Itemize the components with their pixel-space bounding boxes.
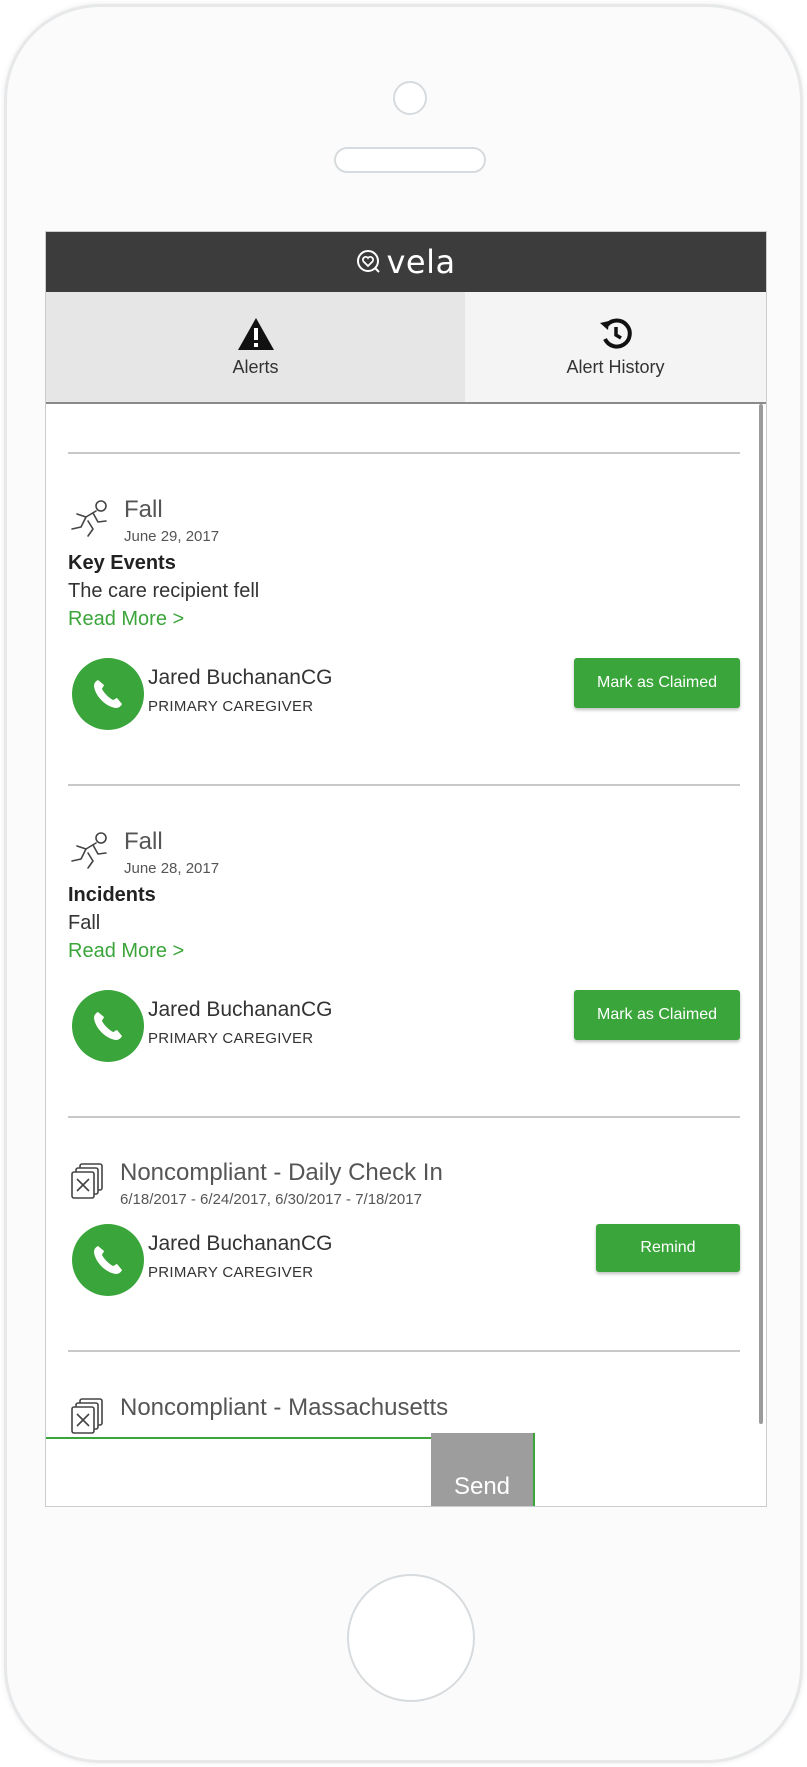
- alert-section-title: Incidents: [68, 884, 156, 906]
- alert-title: Noncompliant - Daily Check In: [120, 1159, 443, 1186]
- tab-alert-history-label: Alert History: [566, 356, 665, 377]
- divider: [68, 452, 740, 454]
- read-more-link[interactable]: Read More >: [68, 608, 184, 631]
- earpiece-speaker: [334, 147, 486, 173]
- tab-alerts[interactable]: Alerts: [46, 292, 465, 402]
- remind-button[interactable]: Remind: [596, 1224, 740, 1272]
- caregiver-name: Jared BuchananCG: [148, 666, 333, 689]
- caregiver-name: Jared BuchananCG: [148, 1232, 333, 1255]
- alert-section-text: Fall: [68, 912, 101, 934]
- phone-icon: [94, 1012, 122, 1040]
- home-button[interactable]: [347, 1574, 475, 1702]
- divider: [68, 784, 740, 786]
- history-icon: [599, 318, 632, 349]
- vela-logo: vela: [356, 243, 455, 281]
- read-more-link[interactable]: Read More >: [68, 940, 184, 963]
- caregiver-contact: Jared BuchananCG PRIMARY CAREGIVER: [72, 1224, 332, 1296]
- alert-header: Noncompliant - Massachusetts: [68, 1394, 448, 1436]
- alert-header: Noncompliant - Daily Check In 6/18/2017 …: [68, 1159, 443, 1208]
- alert-date: June 29, 2017: [124, 528, 220, 545]
- warning-icon: [237, 317, 274, 350]
- message-composer: Send: [46, 1433, 766, 1506]
- call-button[interactable]: [72, 1224, 144, 1296]
- alert-date: June 28, 2017: [124, 860, 220, 877]
- vela-heart-icon: [357, 250, 381, 273]
- app-screen: vela Alerts Alert History Fall June 29, …: [45, 231, 767, 1507]
- alert-section-text: The care recipient fell: [68, 580, 260, 602]
- fall-icon: [71, 832, 107, 869]
- tab-bar: Alerts Alert History: [46, 292, 766, 404]
- call-button[interactable]: [72, 990, 144, 1062]
- tab-alerts-label: Alerts: [232, 356, 279, 377]
- divider: [68, 1116, 740, 1118]
- caregiver-contact: Jared BuchananCG PRIMARY CAREGIVER: [72, 658, 332, 730]
- alert-header: Fall June 28, 2017: [68, 828, 219, 877]
- phone-icon: [94, 680, 122, 708]
- caregiver-contact: Jared BuchananCG PRIMARY CAREGIVER: [72, 990, 332, 1062]
- tab-alert-history[interactable]: Alert History: [465, 292, 766, 402]
- call-button[interactable]: [72, 658, 144, 730]
- alert-title: Fall: [124, 828, 163, 855]
- app-name: vela: [386, 243, 456, 281]
- mark-as-claimed-button[interactable]: Mark as Claimed: [574, 658, 740, 708]
- fall-icon: [71, 500, 107, 537]
- alert-title: Fall: [124, 496, 163, 523]
- phone-icon: [94, 1246, 122, 1274]
- scrollbar[interactable]: [759, 404, 763, 1424]
- mark-as-claimed-button[interactable]: Mark as Claimed: [574, 990, 740, 1040]
- alert-header: Fall June 29, 2017: [68, 496, 219, 545]
- noncompliant-icon: [71, 1163, 103, 1199]
- caregiver-role: PRIMARY CAREGIVER: [148, 1030, 314, 1047]
- caregiver-name: Jared BuchananCG: [148, 998, 333, 1021]
- message-input[interactable]: [46, 1437, 431, 1506]
- front-camera: [393, 81, 427, 115]
- alert-title: Noncompliant - Massachusetts: [120, 1394, 449, 1421]
- caregiver-role: PRIMARY CAREGIVER: [148, 698, 314, 715]
- divider: [68, 1350, 740, 1352]
- alert-section-title: Key Events: [68, 552, 176, 574]
- alerts-list[interactable]: Fall June 29, 2017 Key Events The care r…: [46, 404, 766, 1506]
- app-header: vela: [46, 232, 766, 292]
- caregiver-role: PRIMARY CAREGIVER: [148, 1264, 314, 1281]
- noncompliant-icon: [71, 1398, 103, 1434]
- send-button[interactable]: Send: [431, 1433, 535, 1506]
- alert-date: 6/18/2017 - 6/24/2017, 6/30/2017 - 7/18/…: [120, 1191, 422, 1208]
